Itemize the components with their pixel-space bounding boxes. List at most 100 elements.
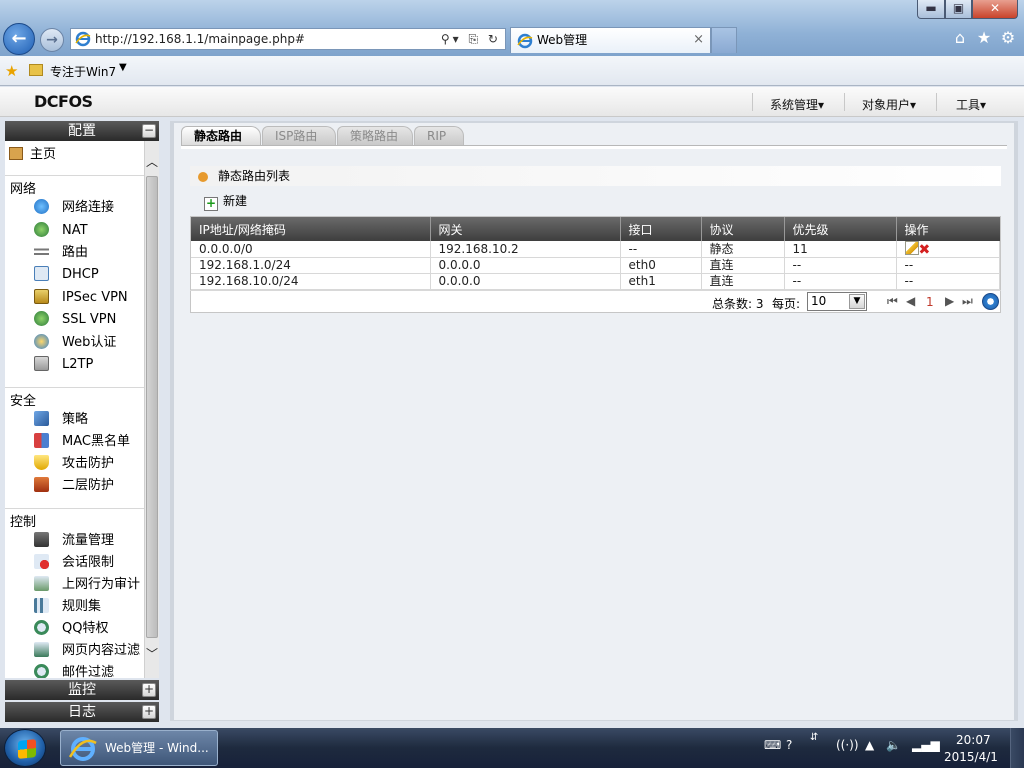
settings-gear-icon[interactable]: ⚙ xyxy=(998,28,1018,48)
cell-ip: 192.168.10.0/24 xyxy=(191,273,431,290)
per-page-label: 每页: xyxy=(772,297,801,311)
sidebar-item-layer2-defense[interactable]: 二层防护 xyxy=(34,476,114,496)
audit-chart-icon xyxy=(34,576,49,591)
delete-icon[interactable]: ✖ xyxy=(919,243,931,257)
favorites-bar: ★ 专注于Win7 ▼ xyxy=(0,56,1024,86)
scroll-up-icon[interactable]: ︿ xyxy=(146,155,158,169)
next-page-icon[interactable]: ▶ xyxy=(945,294,954,308)
back-button[interactable]: ← xyxy=(3,23,35,55)
sidebar-item-web-auth[interactable]: Web认证 xyxy=(34,333,116,353)
cell-interface: -- xyxy=(620,241,702,258)
clock-date[interactable]: 2015/4/1 xyxy=(944,750,998,764)
scroll-down-icon[interactable]: ﹀ xyxy=(146,647,158,661)
sidebar-item-qq-privilege[interactable]: QQ特权 xyxy=(34,619,108,639)
sidebar-item-network-connection[interactable]: 网络连接 xyxy=(34,198,114,218)
sidebar-log-header[interactable]: 日志 + xyxy=(5,702,159,722)
sidebar-item-web-content-filter[interactable]: 网页内容过滤 xyxy=(34,641,140,661)
clock-time[interactable]: 20:07 xyxy=(956,733,991,747)
help-icon[interactable]: ? xyxy=(786,738,792,752)
menu-tools[interactable]: 工具▾ xyxy=(956,96,986,113)
sidebar-item-routing[interactable]: 路由 xyxy=(34,243,88,263)
sidebar-config-header[interactable]: 配置 − xyxy=(5,121,159,141)
table-row[interactable]: 192.168.10.0/24 0.0.0.0 eth1 直连 -- -- xyxy=(191,273,1000,290)
menu-objects-users[interactable]: 对象用户▾ xyxy=(862,96,916,113)
sidebar-item-l2tp[interactable]: L2TP xyxy=(34,355,93,375)
sidebar-item-ipsec-vpn[interactable]: IPSec VPN xyxy=(34,288,128,308)
sidebar-monitor-header[interactable]: 监控 + xyxy=(5,680,159,700)
tab-static-route[interactable]: 静态路由 xyxy=(181,126,261,145)
cell-actions: -- xyxy=(896,257,1000,274)
col-ip-mask[interactable]: IP地址/网络掩码 xyxy=(191,217,431,241)
cell-ip: 0.0.0.0/0 xyxy=(191,241,431,258)
col-gateway[interactable]: 网关 xyxy=(430,217,621,241)
favorites-link[interactable]: 专注于Win7 xyxy=(50,63,116,80)
cell-protocol: 静态 xyxy=(701,241,785,258)
maximize-button[interactable]: ▣ xyxy=(945,0,972,19)
collapse-icon[interactable]: − xyxy=(142,124,156,138)
dhcp-icon xyxy=(34,266,49,281)
scroll-thumb[interactable] xyxy=(146,176,158,638)
tray-expand-icon[interactable]: ▲ xyxy=(865,738,874,752)
address-bar[interactable]: http://192.168.1.1/mainpage.php# ⚲▾ ⎘ ↻ xyxy=(70,28,506,50)
sidebar-item-traffic-management[interactable]: 流量管理 xyxy=(34,531,114,551)
prev-page-icon[interactable]: ◀ xyxy=(906,294,915,308)
add-favorite-icon[interactable]: ★ xyxy=(5,62,18,80)
taskbar: Web管理 - Wind... ⌨ ? ⇵ ((·)) ▲ 🔈 ▂▄▆ 20:0… xyxy=(0,728,1024,768)
expand-icon[interactable]: + xyxy=(142,705,156,719)
tab-isp-route[interactable]: ISP路由 xyxy=(262,126,336,145)
globe-icon xyxy=(34,199,49,214)
sidebar-item-session-limit[interactable]: 会话限制 xyxy=(34,553,114,573)
sidebar-item-policy[interactable]: 策略 xyxy=(34,410,88,430)
per-page-select[interactable]: 10 ▼ xyxy=(807,292,867,311)
sidebar-scrollbar[interactable]: ︿ ﹀ xyxy=(144,141,159,678)
last-page-icon[interactable]: ⏭ xyxy=(962,294,973,309)
sidebar-item-mac-blacklist[interactable]: MAC黑名单 xyxy=(34,432,130,452)
taskbar-ie-window[interactable]: Web管理 - Wind... xyxy=(60,730,218,766)
sidebar-item-home[interactable]: 主页 xyxy=(9,143,56,162)
tab-close-icon[interactable]: × xyxy=(693,28,704,52)
new-button[interactable]: + 新建 xyxy=(204,192,247,211)
table-row[interactable]: 0.0.0.0/0 192.168.10.2 -- 静态 11 ✖ xyxy=(191,241,1000,258)
main-panel xyxy=(174,123,1014,720)
signal-icon[interactable]: ▂▄▆ xyxy=(912,738,940,752)
browser-tab-web[interactable]: Web管理 × xyxy=(510,27,711,53)
sidebar-item-rule-set[interactable]: 规则集 xyxy=(34,597,101,617)
rule-set-icon xyxy=(34,598,49,613)
sidebar-item-behavior-audit[interactable]: 上网行为审计 xyxy=(34,575,140,595)
start-button[interactable] xyxy=(4,729,46,767)
sidebar-item-mail-filter[interactable]: 邮件过滤 xyxy=(34,663,114,678)
volume-icon[interactable]: 🔈 xyxy=(886,738,901,752)
first-page-icon[interactable]: ⏮ xyxy=(887,294,898,309)
sidebar-menu: 主页 网络 网络连接 NAT 路由 DHCP IPSec VPN SSL VPN… xyxy=(5,141,159,678)
new-tab-button[interactable] xyxy=(711,27,737,53)
home-icon[interactable]: ⌂ xyxy=(950,28,970,48)
menu-divider xyxy=(752,93,753,111)
edit-icon[interactable] xyxy=(904,241,919,256)
col-interface[interactable]: 接口 xyxy=(620,217,702,241)
keyboard-icon[interactable]: ⌨ xyxy=(764,738,781,752)
tab-rip[interactable]: RIP xyxy=(414,126,464,145)
language-icon[interactable]: ⇵ xyxy=(810,732,818,743)
dropdown-arrow-icon[interactable]: ▼ xyxy=(119,62,127,73)
vpn-lock-icon xyxy=(34,289,49,304)
sidebar-item-attack-defense[interactable]: 攻击防护 xyxy=(34,454,114,474)
show-desktop-button[interactable] xyxy=(1010,728,1024,768)
close-window-button[interactable]: ✕ xyxy=(972,0,1018,19)
col-protocol[interactable]: 协议 xyxy=(701,217,785,241)
sidebar-item-ssl-vpn[interactable]: SSL VPN xyxy=(34,310,116,330)
tab-policy-route[interactable]: 策略路由 xyxy=(337,126,413,145)
favorites-star-icon[interactable]: ★ xyxy=(974,28,994,48)
menu-system[interactable]: 系统管理▾ xyxy=(770,96,824,113)
address-tools-icons[interactable]: ⚲▾ ⎘ ↻ xyxy=(441,29,501,49)
refresh-icon[interactable] xyxy=(982,293,999,310)
expand-icon[interactable]: + xyxy=(142,683,156,697)
sidebar-item-nat[interactable]: NAT xyxy=(34,221,88,241)
forward-button[interactable]: → xyxy=(40,28,64,52)
table-row[interactable]: 192.168.1.0/24 0.0.0.0 eth0 直连 -- -- xyxy=(191,257,1000,274)
divider xyxy=(5,175,144,176)
sidebar-item-dhcp[interactable]: DHCP xyxy=(34,265,99,285)
minimize-button[interactable]: ▬ xyxy=(917,0,945,19)
wifi-icon[interactable]: ((·)) xyxy=(836,738,859,752)
col-priority[interactable]: 优先级 xyxy=(784,217,897,241)
back-arrow-icon: ← xyxy=(11,28,27,49)
